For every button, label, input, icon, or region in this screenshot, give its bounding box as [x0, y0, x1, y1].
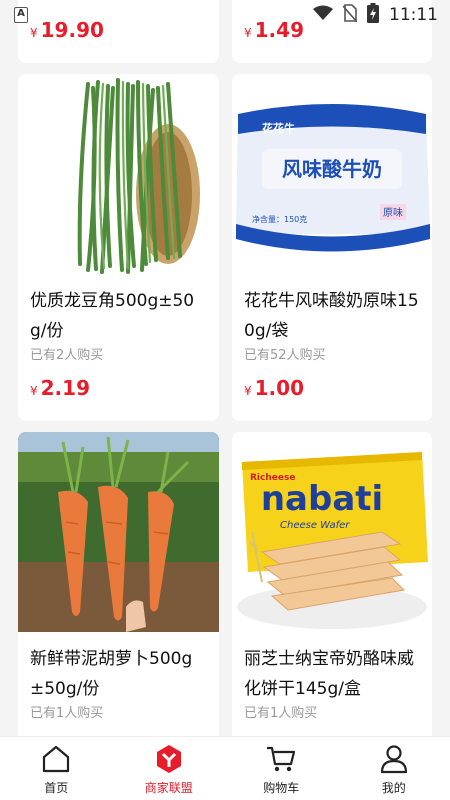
nav-profile-label: 我的 — [381, 781, 406, 795]
carrot-image — [18, 432, 219, 632]
nav-merchant-alliance[interactable]: 商家联盟 — [113, 737, 226, 800]
wafer-tagline: Cheese Wafer — [280, 520, 350, 531]
yogurt-name: 风味酸牛奶 — [282, 157, 382, 181]
nav-home[interactable]: 首页 — [0, 737, 113, 800]
wafer-image: nabati Richeese Cheese Wafer — [232, 432, 432, 632]
product-price: ¥ 1.49 — [244, 18, 304, 42]
price-value: 1.49 — [254, 18, 304, 42]
product-card[interactable]: 风味酸牛奶 花花牛 原味 净含量：150克 花花牛风味酸奶原味150g/袋 已有… — [232, 74, 432, 421]
product-card[interactable]: ¥ 1.49 — [232, 0, 432, 63]
product-title: 花花牛风味酸奶原味150g/袋 — [244, 291, 419, 341]
product-sold-count: 已有1人购买 — [244, 706, 318, 721]
bottom-navigation: 首页 商家联盟 购物车 我的 — [0, 736, 450, 800]
product-sold-count: 已有1人购买 — [30, 706, 104, 721]
nav-merchant-alliance-label: 商家联盟 — [144, 781, 193, 795]
home-icon — [40, 743, 72, 775]
nav-profile[interactable]: 我的 — [338, 737, 450, 800]
currency-symbol: ¥ — [30, 384, 38, 398]
yogurt-net: 净含量：150克 — [252, 214, 307, 224]
merchant-alliance-icon — [153, 743, 185, 775]
nav-cart-label: 购物车 — [263, 781, 300, 795]
price-value: 2.19 — [40, 376, 90, 400]
product-sold-count: 已有2人购买 — [30, 348, 104, 363]
product-title: 丽芝士纳宝帝奶酪味威化饼干145g/盒 — [244, 649, 414, 699]
product-title: 新鲜带泥胡萝卜500g±50g/份 — [30, 649, 193, 699]
green-beans-image — [18, 74, 219, 274]
yogurt-brand: 花花牛 — [262, 121, 295, 135]
price-value: 19.90 — [40, 18, 104, 42]
wafer-brand: nabati — [261, 479, 383, 519]
product-card[interactable]: 优质龙豆角500g±50g/份 已有2人购买 ¥ 2.19 — [18, 74, 219, 421]
currency-symbol: ¥ — [30, 26, 38, 40]
product-price: ¥ 2.19 — [30, 376, 90, 400]
yogurt-tag: 原味 — [383, 207, 403, 219]
wafer-sub: Richeese — [250, 473, 295, 483]
product-card[interactable]: nabati Richeese Cheese Wafer 丽芝士纳宝帝奶酪味威化… — [232, 432, 432, 736]
yogurt-image: 风味酸牛奶 花花牛 原味 净含量：150克 — [232, 74, 432, 274]
product-title: 优质龙豆角500g±50g/份 — [30, 291, 195, 341]
product-card[interactable]: 新鲜带泥胡萝卜500g±50g/份 已有1人购买 — [18, 432, 219, 736]
currency-symbol: ¥ — [244, 26, 252, 40]
price-value: 1.00 — [254, 376, 304, 400]
nav-cart[interactable]: 购物车 — [225, 737, 338, 800]
profile-icon — [378, 743, 410, 775]
product-feed[interactable]: ¥ 19.90 ¥ 1.49 优质龙豆角500g±50g/份 已有2人购买 ¥ … — [0, 0, 450, 736]
cart-icon — [265, 743, 297, 775]
product-sold-count: 已有52人购买 — [244, 348, 326, 363]
nav-home-label: 首页 — [44, 781, 69, 795]
product-price: ¥ 1.00 — [244, 376, 304, 400]
currency-symbol: ¥ — [244, 384, 252, 398]
product-price: ¥ 19.90 — [30, 18, 104, 42]
product-card[interactable]: ¥ 19.90 — [18, 0, 219, 63]
